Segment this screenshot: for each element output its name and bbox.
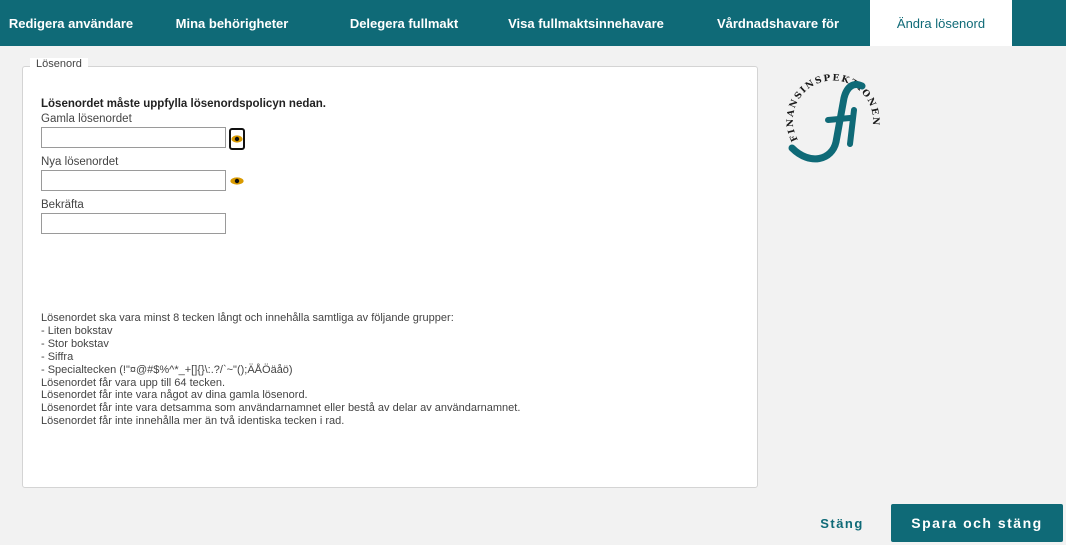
eye-icon[interactable]: [229, 173, 245, 189]
tab-vardnadshavare-for[interactable]: Vårdnadshavare för: [686, 0, 870, 46]
confirm-password-label: Bekräfta: [41, 199, 84, 211]
old-password-input[interactable]: [41, 127, 226, 148]
policy-title: Lösenordet måste uppfylla lösenordspolic…: [41, 98, 326, 110]
eye-icon: [231, 135, 243, 143]
eye-icon: [230, 177, 244, 185]
old-password-label: Gamla lösenordet: [41, 113, 132, 125]
rule-line: Lösenordet får inte innehålla mer än två…: [41, 415, 345, 428]
rule-line: Lösenordet ska vara minst 8 tecken långt…: [41, 312, 454, 324]
logo-text: FINANSINSPEKTIONEN: [786, 73, 879, 143]
tab-delegera-fullmakt[interactable]: Delegera fullmakt: [322, 0, 486, 46]
save-and-close-button[interactable]: Spara och stäng: [891, 504, 1063, 542]
tab-bar: Redigera användare Mina behörigheter Del…: [0, 0, 1066, 46]
rule-line: - Specialtecken (!"¤@#$%^*_+[]{}\:.?/`~"…: [41, 363, 293, 376]
tab-mina-behorigheter[interactable]: Mina behörigheter: [142, 0, 322, 46]
rule-line: - Liten bokstav: [41, 324, 113, 337]
svg-text:FINANSINSPEKTIONEN: FINANSINSPEKTIONEN: [786, 73, 880, 143]
panel-legend: Lösenord: [30, 58, 88, 70]
tab-visa-fullmaktsinnehavare[interactable]: Visa fullmaktsinnehavare: [486, 0, 686, 46]
close-button[interactable]: Stäng: [804, 506, 880, 540]
new-password-label: Nya lösenordet: [41, 156, 119, 168]
new-password-input[interactable]: [41, 170, 226, 191]
confirm-password-input[interactable]: [41, 213, 226, 234]
rule-line: - Siffra: [41, 350, 74, 363]
eye-icon[interactable]: [229, 128, 245, 150]
tab-andra-losenord[interactable]: Ändra lösenord: [870, 0, 1012, 46]
finansinspektionen-logo: FINANSINSPEKTIONEN: [786, 73, 880, 163]
password-rules: Lösenordet ska vara minst 8 tecken långt…: [41, 312, 520, 428]
rule-line: Lösenordet får inte vara detsamma som an…: [41, 402, 521, 415]
rule-line: Lösenordet får vara upp till 64 tecken.: [41, 376, 226, 389]
rule-line: Lösenordet får inte vara något av dina g…: [41, 389, 308, 402]
rule-line: - Stor bokstav: [41, 337, 109, 350]
tab-redigera-anvandare[interactable]: Redigera användare: [0, 0, 142, 46]
